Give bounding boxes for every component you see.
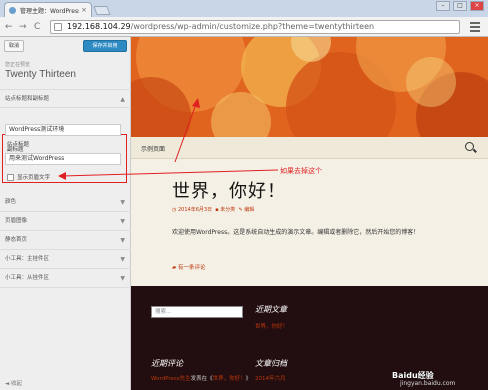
watermark-site: jingyan.baidu.com xyxy=(400,380,456,387)
annotation-arrows xyxy=(58,98,279,180)
annotation-callout: 如果去掉这个 xyxy=(280,167,322,175)
